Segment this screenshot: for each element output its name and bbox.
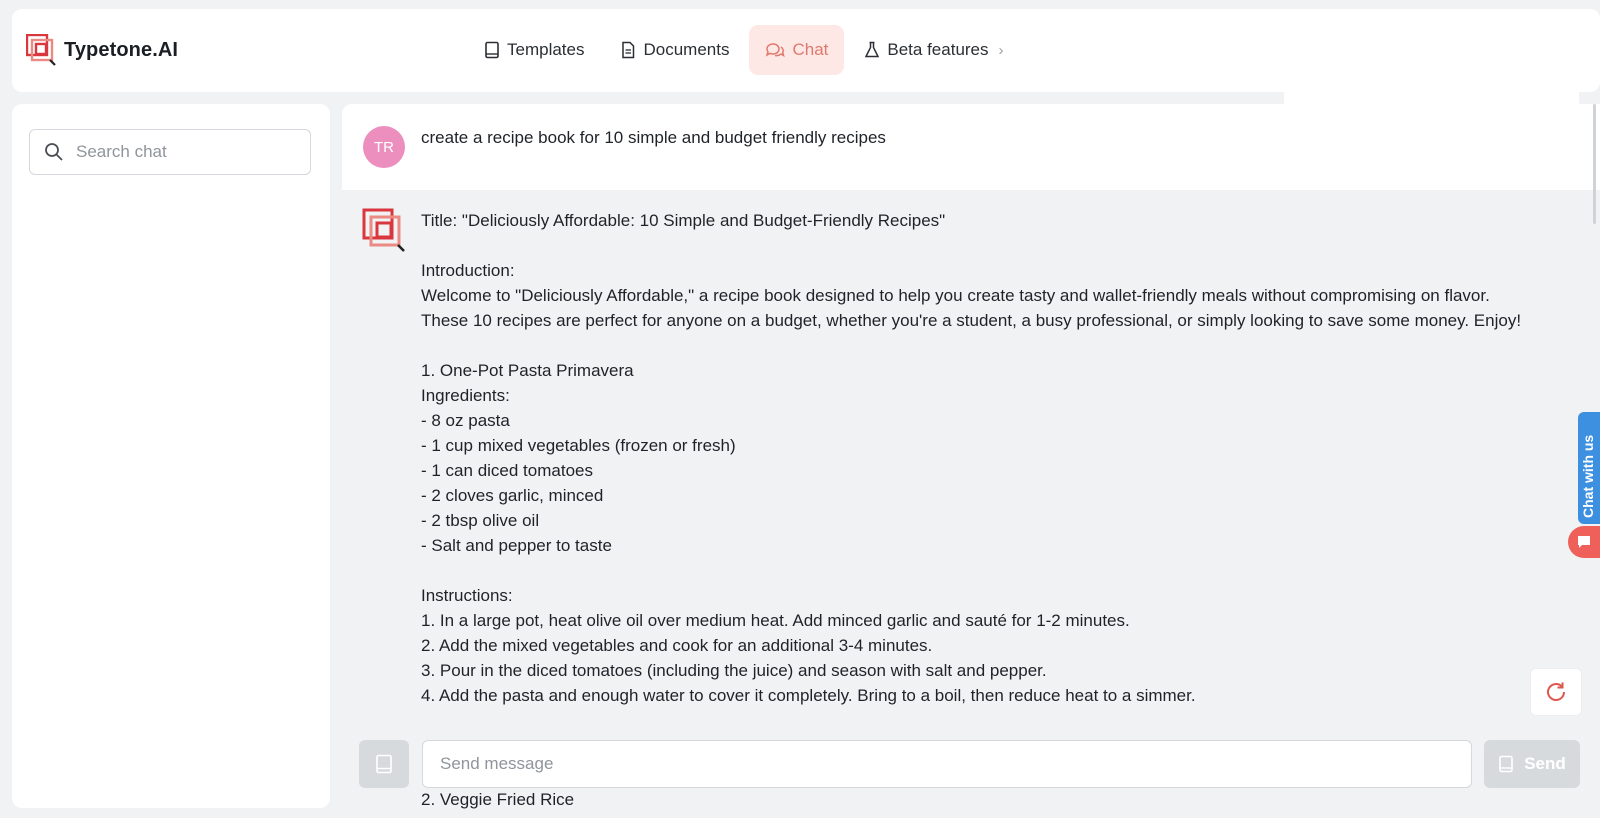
search-chat-field[interactable] bbox=[29, 129, 311, 175]
user-message-text: create a recipe book for 10 simple and b… bbox=[421, 128, 886, 147]
nav-documents[interactable]: Documents bbox=[604, 25, 745, 75]
templates-picker-button[interactable] bbox=[359, 740, 409, 788]
user-avatar: TR bbox=[363, 126, 405, 168]
assistant-message: Title: "Deliciously Affordable: 10 Simpl… bbox=[421, 208, 1531, 733]
user-message: TR create a recipe book for 10 simple an… bbox=[342, 104, 1600, 190]
typetone-logo-icon bbox=[26, 34, 56, 66]
sidebar bbox=[12, 104, 330, 808]
chat-with-us-tab[interactable]: Chat with us bbox=[1578, 412, 1600, 524]
book-icon bbox=[1499, 755, 1514, 773]
nav-templates[interactable]: Templates bbox=[468, 25, 600, 75]
ingredients-heading: Ingredients: bbox=[421, 386, 510, 405]
document-icon bbox=[622, 41, 635, 59]
nav-chat[interactable]: Chat bbox=[749, 25, 845, 75]
instructions-heading: Instructions: bbox=[421, 586, 513, 605]
brand-name: Typetone.AI bbox=[64, 38, 179, 61]
ingredient-item: - 1 can diced tomatoes bbox=[421, 461, 593, 480]
chat-with-us-label: Chat with us bbox=[1580, 434, 1596, 518]
recipe-name: 1. One-Pot Pasta Primavera bbox=[421, 361, 634, 380]
book-icon bbox=[376, 754, 392, 774]
flask-icon bbox=[865, 41, 880, 58]
recipe-book-title: Title: "Deliciously Affordable: 10 Simpl… bbox=[421, 211, 946, 230]
instruction-step: 1. In a large pot, heat olive oil over m… bbox=[421, 611, 1130, 630]
next-recipe-name: 2. Veggie Fried Rice bbox=[421, 790, 575, 809]
send-button[interactable]: Send bbox=[1484, 740, 1580, 788]
nav-documents-label: Documents bbox=[643, 40, 730, 59]
message-field[interactable] bbox=[422, 740, 1472, 788]
instruction-step: 3. Pour in the diced tomatoes (including… bbox=[421, 661, 1047, 680]
chat-conversation: TR create a recipe book for 10 simple an… bbox=[342, 104, 1600, 808]
ingredient-item: - 2 cloves garlic, minced bbox=[421, 486, 604, 505]
main-nav: Templates Documents Chat Beta features › bbox=[468, 25, 1024, 75]
search-chat-input[interactable] bbox=[74, 141, 298, 163]
assistant-logo-icon bbox=[362, 208, 405, 252]
nav-chat-label: Chat bbox=[792, 40, 829, 59]
refresh-icon bbox=[1547, 682, 1565, 701]
introduction-text: Welcome to "Deliciously Affordable," a r… bbox=[421, 286, 1522, 330]
support-chat-button[interactable] bbox=[1568, 526, 1600, 558]
nav-beta-features[interactable]: Beta features › bbox=[848, 25, 1019, 75]
brand[interactable]: Typetone.AI bbox=[26, 34, 178, 66]
search-icon bbox=[45, 143, 63, 161]
chat-icon bbox=[766, 43, 786, 58]
send-button-label: Send bbox=[1524, 754, 1566, 773]
message-input[interactable] bbox=[438, 753, 1442, 775]
instruction-step: 4. Add the pasta and enough water to cov… bbox=[421, 686, 1196, 705]
message-icon bbox=[1578, 536, 1590, 548]
header-strip bbox=[1284, 92, 1579, 104]
ingredient-item: - 2 tbsp olive oil bbox=[421, 511, 540, 530]
introduction-heading: Introduction: bbox=[421, 261, 515, 280]
regenerate-button[interactable] bbox=[1530, 668, 1582, 716]
nav-templates-label: Templates bbox=[507, 40, 585, 59]
top-navigation-bar: Typetone.AI Templates Documents Chat Bet… bbox=[12, 9, 1600, 92]
nav-beta-features-label: Beta features bbox=[887, 40, 989, 59]
instruction-step: 2. Add the mixed vegetables and cook for… bbox=[421, 636, 933, 655]
chevron-right-icon: › bbox=[998, 41, 1004, 59]
ingredient-item: - 8 oz pasta bbox=[421, 411, 510, 430]
scrollbar[interactable] bbox=[1593, 104, 1596, 224]
ingredient-item: - Salt and pepper to taste bbox=[421, 536, 612, 555]
book-icon bbox=[485, 41, 499, 59]
ingredient-item: - 1 cup mixed vegetables (frozen or fres… bbox=[421, 436, 736, 455]
